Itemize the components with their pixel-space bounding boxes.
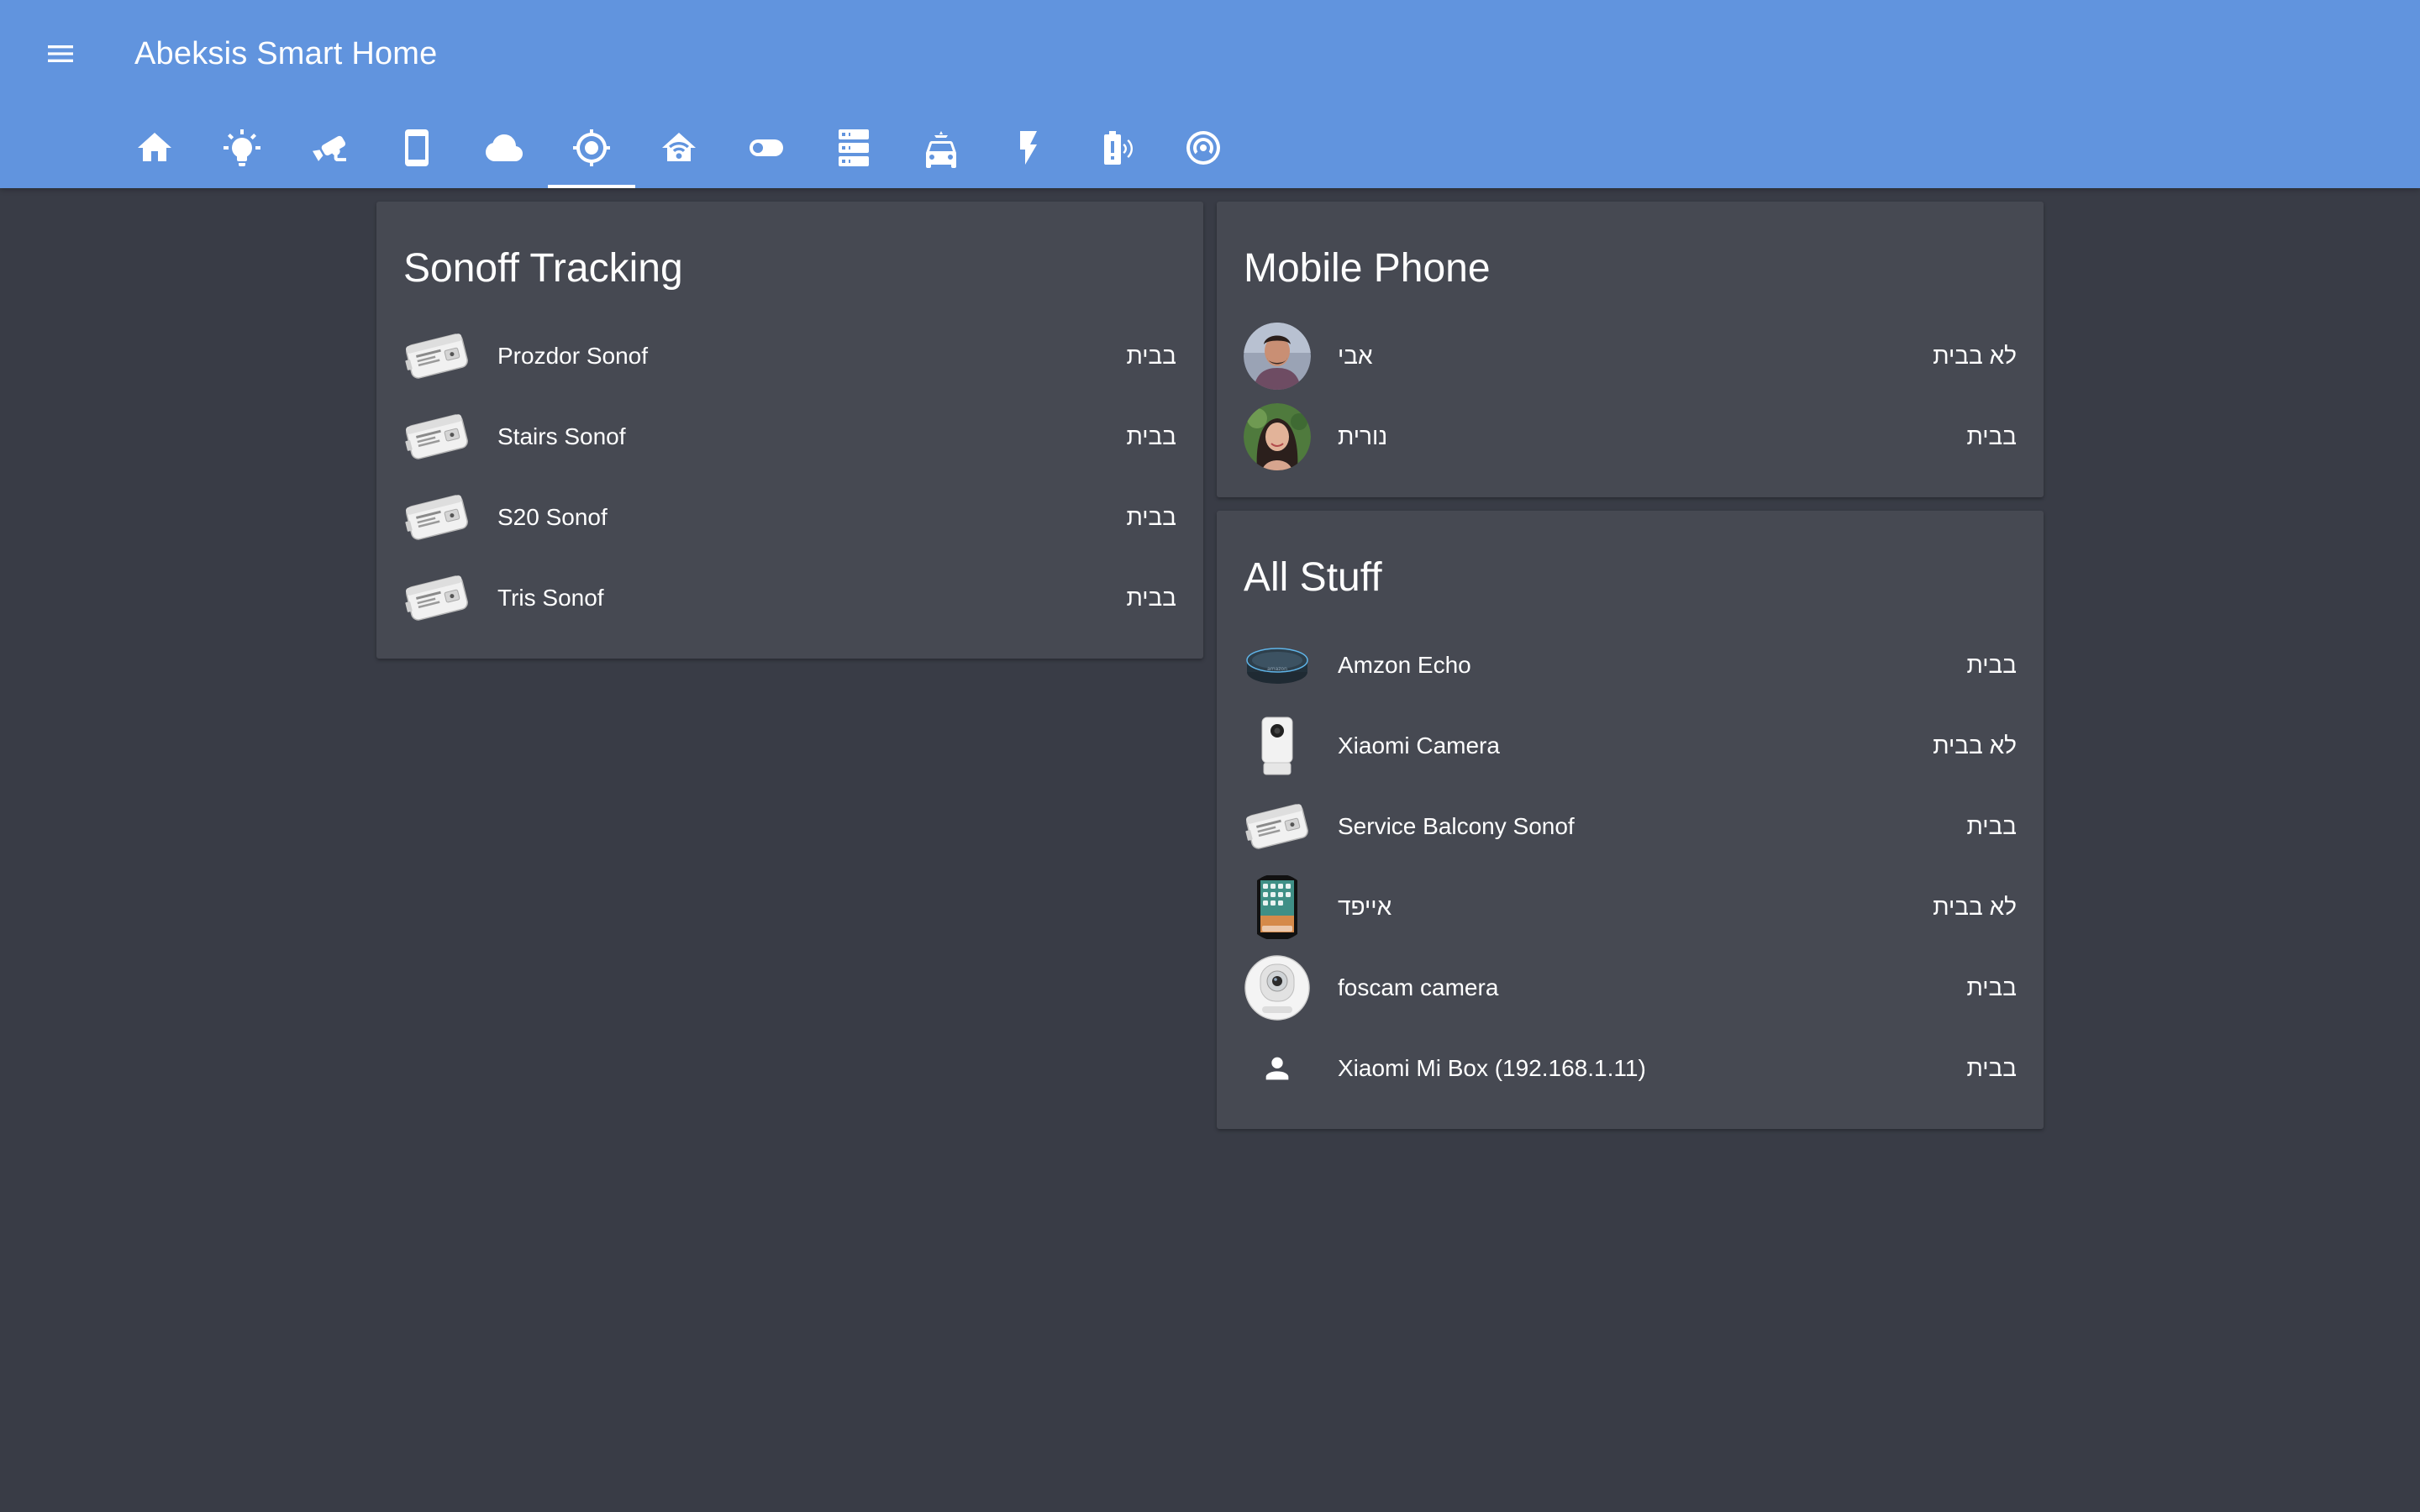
tab-mobile[interactable] <box>373 116 460 188</box>
entity-state: בבית <box>1966 423 2017 449</box>
entity-name: Tris Sonof <box>497 585 604 611</box>
app-title: Abeksis Smart Home <box>134 36 438 71</box>
ipad-icon <box>1244 874 1311 941</box>
list-item[interactable]: Tris Sonof בבית <box>403 558 1176 638</box>
tab-home[interactable] <box>111 116 198 188</box>
entity-state: בבית <box>1126 343 1176 369</box>
tab-switches[interactable] <box>723 116 810 188</box>
server-icon <box>839 129 869 166</box>
entity-name: Xiaomi Mi Box (192.168.1.11) <box>1338 1055 1646 1081</box>
list-item[interactable]: Prozdor Sonof בבית <box>403 316 1176 396</box>
sonoff-icon <box>403 484 471 551</box>
entity-name: Service Balcony Sonof <box>1338 813 1575 839</box>
tab-car[interactable] <box>897 116 985 188</box>
entity-state: בבית <box>1966 974 2017 1000</box>
sonoff-tracking-card: Sonoff Tracking Prozdor Sonof בבית Stair… <box>376 202 1203 659</box>
crosshairs-gps-icon <box>573 129 610 166</box>
list-item[interactable]: Xiaomi Mi Box (192.168.1.11) בבית <box>1244 1028 2017 1109</box>
list-item[interactable]: amazon Amzon Echo בבית <box>1244 625 2017 706</box>
tab-tracking[interactable] <box>548 116 635 188</box>
tab-energy[interactable] <box>985 116 1072 188</box>
list-item[interactable]: S20 Sonof בבית <box>403 477 1176 558</box>
list-item[interactable]: Xiaomi Camera לא בבית <box>1244 706 2017 786</box>
tab-server[interactable] <box>810 116 897 188</box>
flash-icon <box>1020 131 1037 165</box>
entity-state: בבית <box>1126 504 1176 530</box>
card-title: Mobile Phone <box>1244 246 1491 291</box>
tab-cameras[interactable] <box>286 116 373 188</box>
entity-state: בבית <box>1126 423 1176 449</box>
tab-lights[interactable] <box>198 116 286 188</box>
entity-name: foscam camera <box>1338 974 1499 1000</box>
list-item[interactable]: Stairs Sonof בבית <box>403 396 1176 477</box>
entity-name: Amzon Echo <box>1338 652 1471 678</box>
sonoff-icon <box>403 323 471 390</box>
entity-name: Prozdor Sonof <box>497 343 648 369</box>
list-item[interactable]: אבי לא בבית <box>1244 316 2017 396</box>
avatar <box>1244 403 1311 470</box>
cellphone-icon <box>405 129 429 166</box>
entity-state: לא בבית <box>1933 894 2017 920</box>
list-item[interactable]: Service Balcony Sonof בבית <box>1244 786 2017 867</box>
app-toolbar: Abeksis Smart Home <box>0 0 2420 188</box>
toggle-switch-icon <box>750 139 783 156</box>
entity-name: אייפד <box>1338 894 1392 920</box>
list-item[interactable]: foscam camera בבית <box>1244 948 2017 1028</box>
avatar <box>1244 323 1311 390</box>
card-title: Sonoff Tracking <box>403 246 683 291</box>
home-icon <box>138 133 171 161</box>
robot-vacuum-icon <box>1186 131 1220 165</box>
echo-dot-icon: amazon <box>1244 632 1311 699</box>
tab-weather[interactable] <box>460 116 548 188</box>
entity-state: לא בבית <box>1933 732 2017 759</box>
entity-state: בבית <box>1966 652 2017 678</box>
sonoff-icon <box>1244 793 1311 860</box>
account-icon <box>1244 1035 1311 1102</box>
entity-name: Stairs Sonof <box>497 423 626 449</box>
mobile-phone-card: Mobile Phone אבי לא בבית נורית בבית <box>1217 202 2044 497</box>
entity-name: נורית <box>1338 423 1388 449</box>
entity-state: לא בבית <box>1933 343 2017 369</box>
sonoff-icon <box>403 403 471 470</box>
cloud-icon <box>486 134 523 161</box>
entity-name: אבי <box>1338 343 1373 369</box>
lightbulb-icon <box>224 129 260 166</box>
home-wifi-icon <box>662 133 696 161</box>
menu-button[interactable] <box>37 32 84 76</box>
entity-state: בבית <box>1966 813 2017 839</box>
entity-name: Xiaomi Camera <box>1338 732 1500 759</box>
view-tabs <box>111 116 1247 188</box>
battery-alert-icon <box>1104 131 1133 165</box>
all-stuff-card: All Stuff amazon Amzon Echo בבית Xiaomi … <box>1217 511 2044 1129</box>
tab-battery[interactable] <box>1072 116 1160 188</box>
car-icon <box>926 131 956 168</box>
tab-vacuum[interactable] <box>1160 116 1247 188</box>
list-item[interactable]: אייפד לא בבית <box>1244 867 2017 948</box>
tab-network[interactable] <box>635 116 723 188</box>
entity-state: בבית <box>1966 1055 2017 1081</box>
entity-name: S20 Sonof <box>497 504 608 530</box>
sonoff-icon <box>403 564 471 632</box>
svg-text:amazon: amazon <box>1267 666 1287 672</box>
xiaomi-camera-icon <box>1244 712 1311 780</box>
entity-state: בבית <box>1126 585 1176 611</box>
cctv-icon <box>313 135 346 161</box>
foscam-camera-icon <box>1244 954 1311 1021</box>
card-title: All Stuff <box>1244 555 1382 600</box>
list-item[interactable]: נורית בבית <box>1244 396 2017 477</box>
menu-icon <box>48 45 73 62</box>
